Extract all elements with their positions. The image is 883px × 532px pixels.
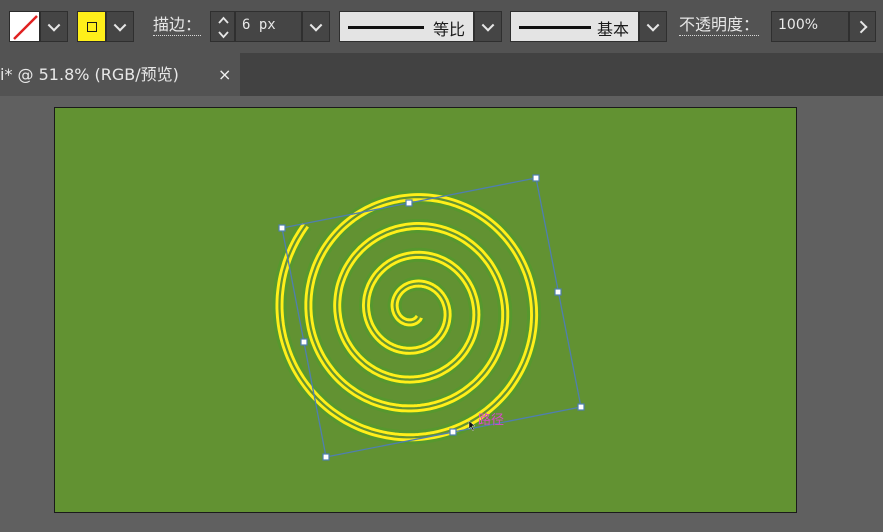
resize-handle-top-right[interactable] [532,174,540,182]
resize-handle-bottom-left[interactable] [322,453,330,461]
resize-handle-bottom-right[interactable] [577,403,585,411]
canvas-overlay: 路径 [272,174,585,461]
resize-handle-top[interactable] [405,199,413,207]
spiral-path[interactable] [272,190,542,445]
resize-handle-bottom[interactable] [449,428,457,436]
resize-handle-left[interactable] [300,338,308,346]
resize-handle-top-left[interactable] [278,224,286,232]
smart-guide-path-label: 路径 [478,412,504,428]
resize-handle-right[interactable] [554,288,562,296]
